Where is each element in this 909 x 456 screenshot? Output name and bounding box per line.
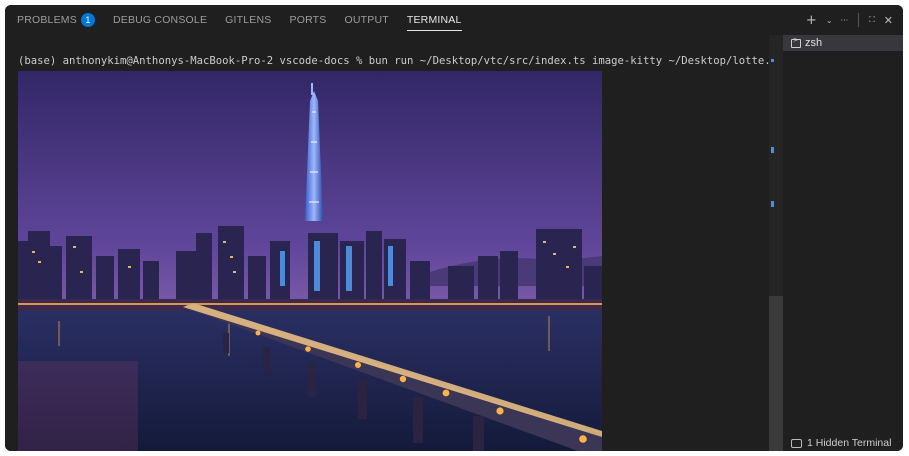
terminal-output[interactable]: (base) anthonykim@Anthonys-MacBook-Pro-2… [5, 35, 790, 451]
tab-terminal-label: TERMINAL [406, 14, 462, 26]
terminal-instance-zsh[interactable]: zsh [783, 35, 903, 51]
scroll-marker [771, 147, 774, 153]
tab-gitlens-label: GITLENS [225, 14, 272, 26]
launch-profile-chevron-down-icon[interactable]: ⌄ [823, 16, 836, 25]
hidden-terminals-button[interactable]: 1 Hidden Terminal [791, 435, 891, 451]
tab-problems[interactable]: PROBLEMS 1 [5, 5, 104, 35]
panel-tab-bar: PROBLEMS 1 DEBUG CONSOLE GITLENS PORTS O… [5, 5, 903, 35]
vscode-panel: PROBLEMS 1 DEBUG CONSOLE GITLENS PORTS O… [5, 5, 903, 451]
tab-terminal[interactable]: TERMINAL [398, 5, 471, 35]
tab-output[interactable]: OUTPUT [335, 5, 397, 35]
terminal-instance-label: zsh [805, 37, 823, 49]
scroll-marker [771, 59, 774, 62]
panel-actions: + ⌄ ··· ⛶ ✕ [802, 5, 897, 35]
tab-debug-console[interactable]: DEBUG CONSOLE [104, 5, 216, 35]
close-panel-icon[interactable]: ✕ [880, 14, 897, 27]
more-actions-ellipsis-icon[interactable]: ··· [838, 16, 852, 25]
terminal-command-line: (base) anthonykim@Anthonys-MacBook-Pro-2… [18, 55, 790, 67]
tab-gitlens[interactable]: GITLENS [216, 5, 280, 35]
new-terminal-plus-icon[interactable]: + [802, 13, 821, 28]
tab-ports[interactable]: PORTS [281, 5, 336, 35]
tab-problems-label: PROBLEMS [17, 14, 77, 26]
terminal-tabs-sidebar: zsh 1 Hidden Terminal [783, 35, 903, 451]
scrollbar-thumb[interactable] [769, 296, 783, 451]
maximize-panel-icon[interactable]: ⛶ [866, 15, 878, 25]
tab-ports-label: PORTS [289, 14, 327, 26]
problems-count-badge: 1 [80, 13, 95, 27]
tab-debug-console-label: DEBUG CONSOLE [112, 14, 208, 26]
hidden-terminals-label: 1 Hidden Terminal [807, 437, 892, 449]
actions-divider [858, 13, 860, 27]
night-city-photo [18, 71, 602, 451]
terminal-scrollbar[interactable] [769, 35, 783, 451]
hidden-terminal-icon [791, 438, 802, 448]
tab-output-label: OUTPUT [344, 14, 389, 26]
scroll-marker [771, 201, 774, 207]
terminal-icon [791, 36, 801, 48]
